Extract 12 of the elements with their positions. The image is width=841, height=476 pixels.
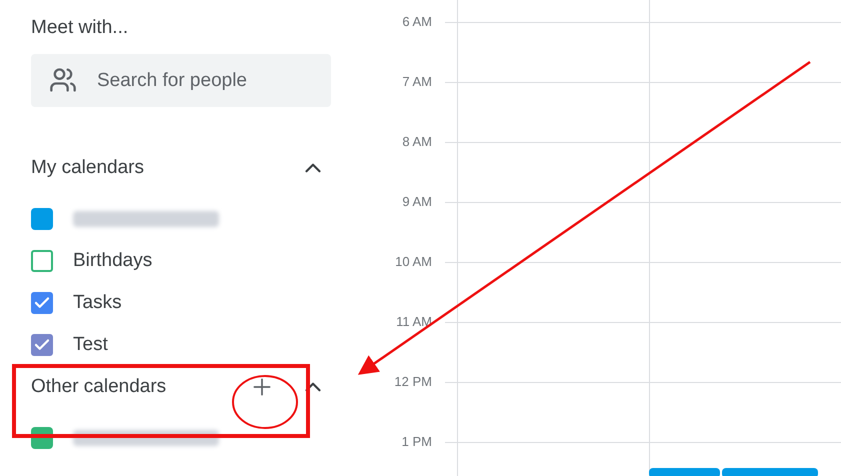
people-icon xyxy=(49,66,77,94)
highlight-circle xyxy=(232,375,298,429)
calendar-name: Birthdays xyxy=(73,248,152,273)
calendar-name: Test xyxy=(73,332,108,357)
checkbox[interactable] xyxy=(31,250,53,272)
calendar-name: Tasks xyxy=(73,290,122,315)
meet-with-heading: Meet with... xyxy=(31,16,130,40)
checkbox[interactable] xyxy=(31,334,53,356)
search-field[interactable]: Search for people xyxy=(31,54,331,107)
section-heading: My calendars xyxy=(31,156,145,180)
section-heading: Other calendars xyxy=(31,374,168,399)
checkbox[interactable] xyxy=(31,292,53,314)
